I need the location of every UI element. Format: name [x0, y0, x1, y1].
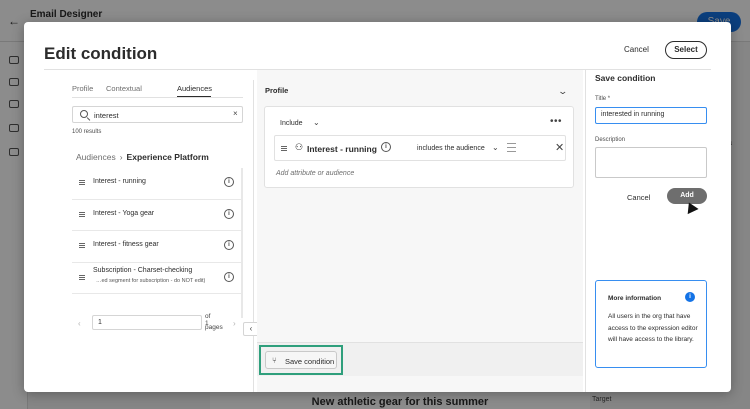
results-count: 100 results [72, 129, 102, 135]
select-button[interactable]: Select [665, 41, 707, 59]
list-scrollbar[interactable] [241, 168, 243, 318]
add-attribute-placeholder[interactable]: Add attribute or audience [276, 170, 354, 177]
operator-dropdown[interactable]: includes the audience [417, 145, 485, 152]
breadcrumb-separator: › [119, 152, 123, 162]
list-item[interactable]: Interest - running i [72, 168, 243, 200]
list-item[interactable]: Interest - fitness gear i [72, 231, 243, 263]
condition-group: Include ⌄ ••• ⚇ Interest - running i inc… [264, 106, 574, 188]
drag-handle-icon[interactable] [281, 146, 287, 151]
audience-list: Interest - running i Interest - Yoga gea… [72, 168, 243, 294]
canvas-heading: Profile [265, 86, 289, 95]
chevron-down-icon[interactable]: ⌄ [313, 118, 320, 127]
list-item[interactable]: Subscription - Charset-checking …ed segm… [72, 263, 243, 294]
item-label: Interest - Yoga gear [93, 209, 155, 217]
dialog-title: Edit condition [44, 44, 158, 63]
close-icon[interactable]: ✕ [555, 141, 564, 154]
more-information-box: More information i All users in the org … [595, 280, 707, 368]
description-field-label: Description [595, 137, 626, 143]
condition-canvas: Profile ⌄ Include ⌄ ••• ⚇ Interest - run… [257, 70, 583, 392]
drag-handle-icon[interactable] [79, 274, 85, 280]
more-options-icon[interactable]: ••• [550, 116, 562, 127]
tab-contextual[interactable]: Contextual [106, 84, 142, 93]
list-item[interactable]: Interest - Yoga gear i [72, 200, 243, 231]
save-condition-button[interactable]: ⑂ Save condition [265, 351, 337, 369]
chevron-down-icon[interactable]: ⌄ [492, 143, 499, 152]
info-icon[interactable]: i [224, 271, 234, 282]
save-condition-title: Save condition [595, 73, 656, 83]
breadcrumb: Audiences › Experience Platform [76, 152, 209, 162]
canvas-footer: ⑂ Save condition [257, 342, 583, 376]
audience-search: × [72, 106, 243, 123]
drag-handle-icon[interactable] [79, 180, 85, 185]
info-icon[interactable]: i [224, 240, 234, 250]
save-cancel-button[interactable]: Cancel [627, 193, 650, 202]
rule-audience-name: Interest - running [307, 144, 377, 154]
description-field[interactable] [595, 147, 707, 178]
search-icon [80, 110, 88, 118]
prev-page-icon[interactable]: ‹ [78, 319, 81, 328]
left-panel-divider [253, 80, 254, 392]
required-marker: * [607, 96, 611, 102]
include-dropdown[interactable]: Include [280, 120, 303, 127]
next-page-icon[interactable]: › [233, 319, 236, 328]
item-label: Interest - fitness gear [93, 241, 159, 248]
item-label: Subscription - Charset-checking [93, 266, 193, 274]
info-icon: i [685, 292, 695, 302]
clear-search-icon[interactable]: × [233, 109, 238, 118]
drag-handle-icon[interactable] [79, 243, 85, 248]
tab-profile[interactable]: Profile [72, 84, 93, 93]
right-panel-divider [585, 70, 586, 392]
save-condition-label: Save condition [285, 357, 335, 366]
edit-condition-dialog: Edit condition Cancel Select Profile Con… [24, 22, 731, 392]
info-body: All users in the org that have access to… [608, 313, 698, 343]
item-description: …ed segment for subscription - do NOT ed… [96, 277, 206, 284]
info-heading: More information [608, 295, 662, 302]
list-icon[interactable] [507, 143, 516, 152]
info-icon[interactable]: i [224, 177, 234, 187]
audience-icon: ⚇ [295, 142, 304, 152]
condition-rule: ⚇ Interest - running i includes the audi… [274, 135, 566, 161]
page-input[interactable]: 1 [92, 315, 202, 330]
title-field-label: Title * [595, 96, 611, 102]
info-icon[interactable]: i [224, 208, 234, 219]
tabs-divider [72, 97, 243, 98]
cancel-button[interactable]: Cancel [624, 45, 649, 54]
add-button[interactable]: Add [667, 188, 707, 204]
title-field[interactable]: interested in running [595, 107, 707, 124]
branch-icon: ⑂ [272, 356, 277, 365]
breadcrumb-current: Experience Platform [126, 152, 209, 162]
search-input[interactable] [94, 109, 224, 121]
item-label: Interest - running [93, 178, 146, 185]
chevron-down-icon[interactable]: ⌄ [557, 86, 568, 97]
drag-handle-icon[interactable] [79, 211, 85, 217]
page-total-label: pages [205, 324, 223, 331]
info-icon[interactable]: i [381, 142, 391, 152]
save-condition-highlight: ⑂ Save condition [259, 345, 343, 375]
breadcrumb-audiences[interactable]: Audiences [76, 152, 116, 162]
tab-audiences[interactable]: Audiences [177, 84, 212, 93]
